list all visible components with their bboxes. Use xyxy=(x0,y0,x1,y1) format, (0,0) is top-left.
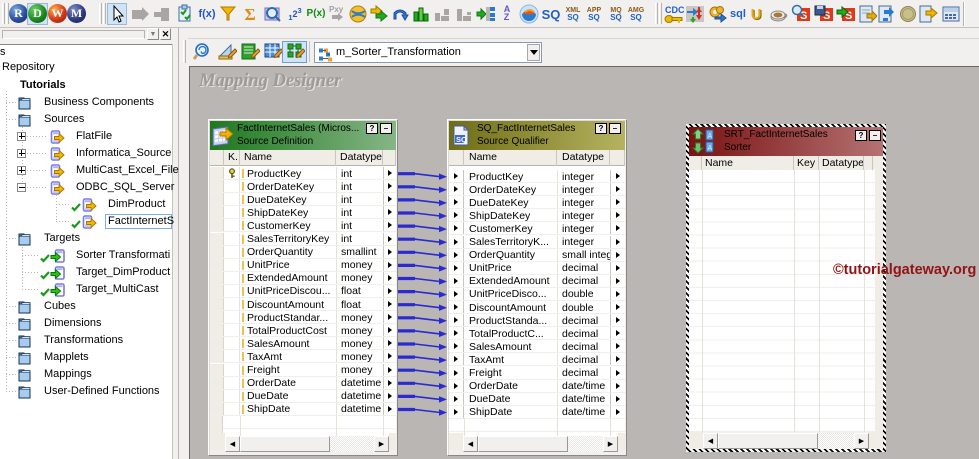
svg-text:A: A xyxy=(708,133,713,140)
svg-text:Pxy: Pxy xyxy=(329,5,344,14)
svg-text:CDC: CDC xyxy=(665,5,684,15)
svg-text:A: A xyxy=(708,145,713,152)
svg-text:SQ: SQ xyxy=(456,135,467,144)
